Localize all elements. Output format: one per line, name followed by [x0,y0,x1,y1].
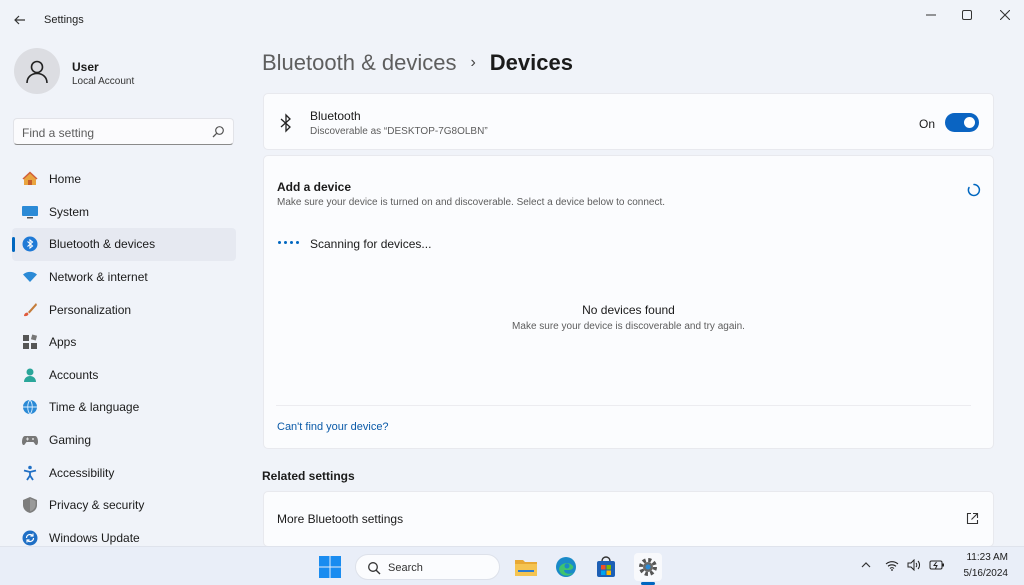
sidebar-item-label: Personalization [49,302,132,317]
bluetooth-card: Bluetooth Discoverable as “DESKTOP-7G8OL… [263,93,994,150]
divider [276,405,971,406]
user-name: User [72,60,99,74]
taskbar-search-label: Search [388,562,423,574]
bluetooth-title: Bluetooth [310,109,361,123]
search-placeholder: Find a setting [22,126,95,140]
bluetooth-discoverable-text: Discoverable as “DESKTOP-7G8OLBN” [310,126,488,137]
more-bluetooth-settings-item[interactable]: More Bluetooth settings [263,491,994,547]
person-icon [26,60,48,84]
sidebar-item-label: Network & internet [49,270,148,285]
bluetooth-icon [21,235,39,253]
maximize-button[interactable] [952,4,982,26]
sidebar-item-personalization[interactable]: Personalization [12,293,236,326]
store-icon[interactable] [592,553,620,581]
sidebar-item-system[interactable]: System [12,196,236,229]
spinner-icon [967,183,981,197]
search-input[interactable]: Find a setting [13,118,234,145]
no-devices-hint: Make sure your device is discoverable an… [512,321,745,332]
wifi-icon [21,268,39,286]
toggle-knob [964,117,975,128]
close-button[interactable] [990,4,1020,26]
apps-icon [21,333,39,351]
sidebar-item-label: Home [49,172,82,187]
add-device-title: Add a device [277,180,352,194]
windows-start-icon[interactable] [319,556,341,578]
external-link-icon [966,512,979,525]
battery-icon[interactable] [929,557,945,573]
more-bluetooth-settings-label: More Bluetooth settings [277,512,404,526]
sidebar-item-network-internet[interactable]: Network & internet [12,261,236,294]
accessibility-icon [21,464,39,482]
taskbar: Search 11:23 AM 5/16/2024 [0,546,1024,585]
page-title: Devices [489,50,573,75]
sidebar-item-bluetooth-devices[interactable]: Bluetooth & devices [12,228,236,261]
settings-icon[interactable] [634,553,662,581]
close-icon [1000,10,1010,20]
globe-icon [21,398,39,416]
search-icon [368,562,381,575]
sidebar-item-accessibility[interactable]: Accessibility [12,456,236,489]
sidebar-item-label: System [49,204,90,219]
scanning-status: Scanning for devices... [310,237,432,251]
maximize-icon [962,10,972,20]
add-device-card: Add a device Make sure your device is tu… [263,155,994,449]
person-icon [21,366,39,384]
file-explorer-icon[interactable] [512,553,540,581]
sidebar-nav: Home System Bluetooth & devices Network … [12,163,236,554]
bluetooth-toggle[interactable] [945,113,979,132]
clock-time[interactable]: 11:23 AM [966,552,1008,563]
chevron-up-icon[interactable] [858,557,874,573]
sidebar-item-apps[interactable]: Apps [12,326,236,359]
system-icon [21,203,39,221]
brush-icon [21,301,39,319]
breadcrumb-parent[interactable]: Bluetooth & devices [262,50,456,76]
sidebar-item-time-language[interactable]: Time & language [12,391,236,424]
home-icon [21,170,39,188]
sidebar-item-accounts[interactable]: Accounts [12,359,236,392]
sidebar-item-label: Accessibility [49,465,115,480]
bluetooth-toggle-label: On [918,117,935,131]
no-devices-title: No devices found [582,303,675,317]
avatar[interactable] [14,48,60,94]
bluetooth-icon [280,113,291,133]
sidebar-item-gaming[interactable]: Gaming [12,424,236,457]
minimize-button[interactable] [916,4,946,26]
title-bar: Settings [0,0,1024,40]
controller-icon [21,431,39,449]
sidebar-item-label: Gaming [49,433,92,448]
breadcrumb: Bluetooth & devices › Devices [262,48,573,78]
scanning-dots-icon [278,241,299,244]
sidebar-item-label: Bluetooth & devices [49,237,156,252]
taskbar-search[interactable]: Search [355,554,500,580]
sidebar-item-label: Apps [49,335,77,350]
clock-date[interactable]: 5/16/2024 [964,568,1009,579]
back-button[interactable] [10,10,30,30]
add-device-description: Make sure your device is turned on and d… [277,197,665,208]
wifi-icon[interactable] [884,557,900,573]
arrow-left-icon [14,15,25,25]
sidebar-item-label: Privacy & security [49,498,145,513]
sidebar-item-home[interactable]: Home [12,163,236,196]
sidebar-item-label: Time & language [49,400,140,415]
sidebar-item-label: Windows Update [49,530,140,545]
shield-icon [21,496,39,514]
window-title: Settings [44,14,84,26]
chevron-right-icon: › [470,54,476,71]
sidebar-item-label: Accounts [49,367,99,382]
minimize-icon [926,14,936,16]
update-icon [21,529,39,547]
related-settings-heading: Related settings [262,469,355,483]
edge-icon[interactable] [552,553,580,581]
volume-icon[interactable] [906,557,922,573]
search-icon [212,126,224,138]
account-type: Local Account [72,76,135,87]
cant-find-device-link[interactable]: Can't find your device? [277,421,389,433]
sidebar-item-privacy-security[interactable]: Privacy & security [12,489,236,522]
settings-window: Settings User Local Account Find a setti… [0,0,1024,547]
